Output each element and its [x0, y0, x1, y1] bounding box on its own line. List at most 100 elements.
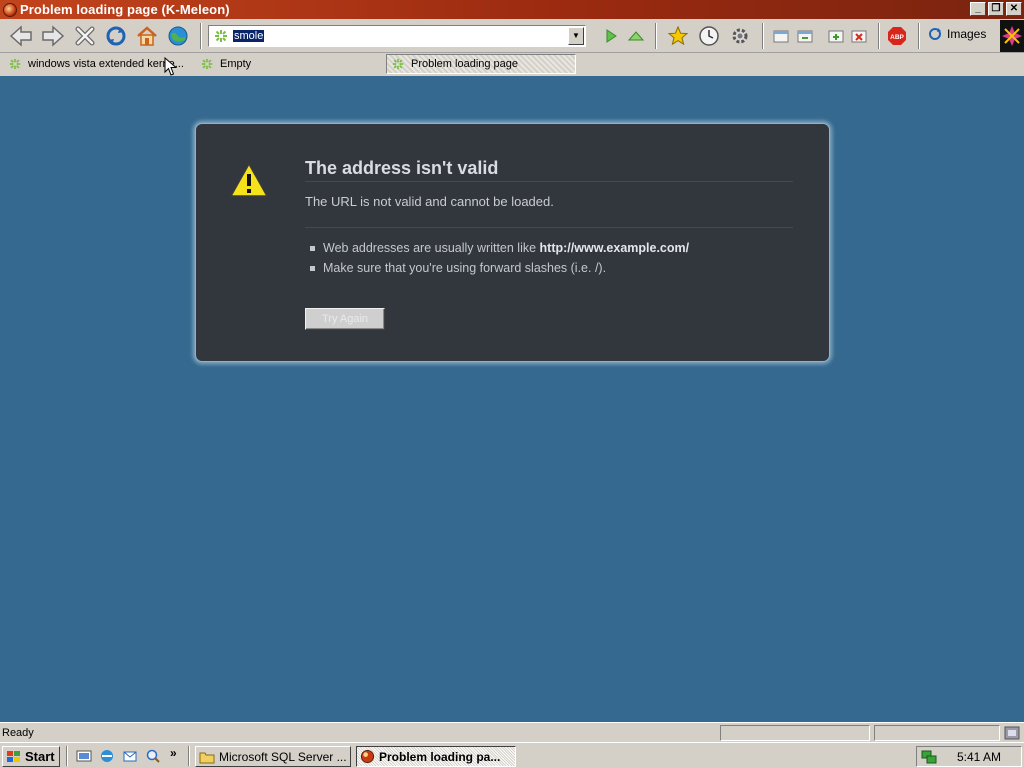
globe-button[interactable] [165, 23, 191, 49]
url-dropdown-button[interactable]: ▼ [568, 27, 584, 45]
history-button[interactable] [696, 23, 722, 49]
tab-windows-vista[interactable]: windows vista extended kerne... [4, 54, 190, 74]
task-problem-loading-page[interactable]: Problem loading pa... [356, 746, 516, 767]
window-minimize-layout-button[interactable] [768, 23, 794, 49]
error-panel: The address isn't valid The URL is not v… [195, 123, 830, 362]
suggestion-item: Make sure that you're using forward slas… [310, 260, 689, 280]
svg-text:ABP: ABP [890, 34, 904, 41]
error-message: The URL is not valid and cannot be loade… [305, 194, 554, 209]
tab-bar: windows vista extended kerne... Empty Pr… [0, 53, 1024, 75]
outlook-express-icon[interactable] [122, 748, 138, 764]
window-controls: _ ❐ ✕ [970, 2, 1022, 16]
reload-icon [106, 26, 126, 46]
toolbar-separator [655, 23, 657, 49]
system-tray: 5:41 AM [916, 746, 1022, 767]
status-panel [720, 725, 870, 741]
forward-button[interactable] [40, 23, 66, 49]
url-input[interactable]: smole [233, 30, 265, 42]
window-restore-layout-button[interactable] [792, 23, 818, 49]
tab-label: Problem loading page [411, 58, 519, 70]
taskbar-separator [66, 746, 68, 766]
tab-empty[interactable]: Empty [196, 54, 384, 74]
k-meleon-app-icon[interactable] [3, 2, 17, 17]
show-desktop-icon[interactable] [76, 748, 92, 764]
url-bar[interactable]: smole ▼ [208, 25, 586, 47]
reload-button[interactable] [103, 23, 129, 49]
toolbar-separator [762, 23, 764, 49]
stop-button[interactable] [72, 23, 98, 49]
back-button[interactable] [8, 23, 34, 49]
adblock-button[interactable]: ABP [884, 23, 910, 49]
k-meleon-icon [360, 749, 375, 764]
tab-problem-loading-page[interactable]: Problem loading page [386, 54, 576, 74]
home-button[interactable] [134, 23, 160, 49]
network-icon[interactable] [921, 749, 937, 765]
page-loading-icon [213, 28, 229, 44]
status-bar: Ready [0, 722, 1024, 742]
preferences-button[interactable] [727, 23, 753, 49]
up-icon [627, 31, 645, 41]
bookmarks-button[interactable] [665, 23, 691, 49]
globe-icon [168, 26, 188, 46]
example-url: http://www.example.com/ [539, 241, 690, 255]
tab-loading-icon [8, 57, 22, 71]
settings-gear-icon [732, 28, 748, 44]
tab-label: windows vista extended kerne... [28, 58, 184, 70]
taskbar: Start » Microsoft SQL Server ... Problem… [0, 742, 1024, 768]
start-button[interactable]: Start [2, 746, 60, 767]
history-clock-icon [699, 26, 719, 46]
suggestion-item: Web addresses are usually written like h… [310, 240, 689, 260]
up-button[interactable] [623, 23, 649, 49]
security-icon[interactable] [1004, 725, 1020, 741]
task-sql-server[interactable]: Microsoft SQL Server ... [195, 746, 351, 767]
mouse-cursor-icon [164, 57, 178, 76]
start-label: Start [25, 749, 55, 764]
go-button[interactable] [598, 23, 624, 49]
home-icon [137, 26, 157, 46]
quick-launch-overflow[interactable]: » [170, 746, 177, 760]
error-title: The address isn't valid [305, 158, 499, 178]
tab-loading-icon [200, 57, 214, 71]
stop-icon [75, 26, 95, 46]
tab-loading-icon [391, 57, 405, 71]
navigation-toolbar: smole ▼ ABP Images [0, 19, 1024, 53]
title-bar[interactable]: Problem loading page (K-Meleon) _ ❐ ✕ [0, 0, 1024, 19]
divider [305, 181, 793, 182]
warning-icon [230, 163, 268, 197]
adblock-icon: ABP [888, 27, 906, 45]
window-title: Problem loading page (K-Meleon) [20, 2, 230, 17]
toolbar-separator [200, 23, 202, 49]
back-icon [9, 25, 32, 47]
forward-icon [42, 25, 65, 47]
window-icon [773, 30, 789, 43]
minimize-button[interactable]: _ [970, 2, 986, 16]
bookmark-star-icon [667, 25, 689, 46]
k-meleon-logo [1000, 20, 1024, 52]
status-panel [874, 725, 1000, 741]
status-text: Ready [2, 726, 34, 739]
internet-explorer-icon[interactable] [99, 748, 115, 764]
close-window-button[interactable] [846, 23, 872, 49]
page-content: The address isn't valid The URL is not v… [0, 76, 1024, 722]
folder-icon [199, 752, 215, 763]
task-label: Microsoft SQL Server ... [219, 749, 347, 764]
window-icon [797, 30, 813, 43]
go-icon [606, 29, 617, 43]
windows-logo-icon [7, 750, 20, 762]
restore-button[interactable]: ❐ [988, 2, 1004, 16]
search-icon[interactable] [145, 748, 161, 764]
toolbar-separator [878, 23, 880, 49]
new-window-icon [828, 30, 844, 43]
close-window-icon [851, 30, 867, 43]
images-toggle-button[interactable]: Images [928, 27, 986, 41]
taskbar-separator [188, 746, 190, 766]
error-suggestions: Web addresses are usually written like h… [310, 240, 689, 280]
close-button[interactable]: ✕ [1006, 2, 1022, 16]
clock[interactable]: 5:41 AM [957, 750, 1001, 764]
try-again-button[interactable]: Try Again [305, 308, 385, 330]
task-label: Problem loading pa... [379, 749, 501, 764]
images-label: Images [947, 27, 987, 41]
k-meleon-logo-icon [1002, 26, 1022, 46]
divider [305, 227, 793, 228]
tab-label: Empty [220, 58, 252, 70]
